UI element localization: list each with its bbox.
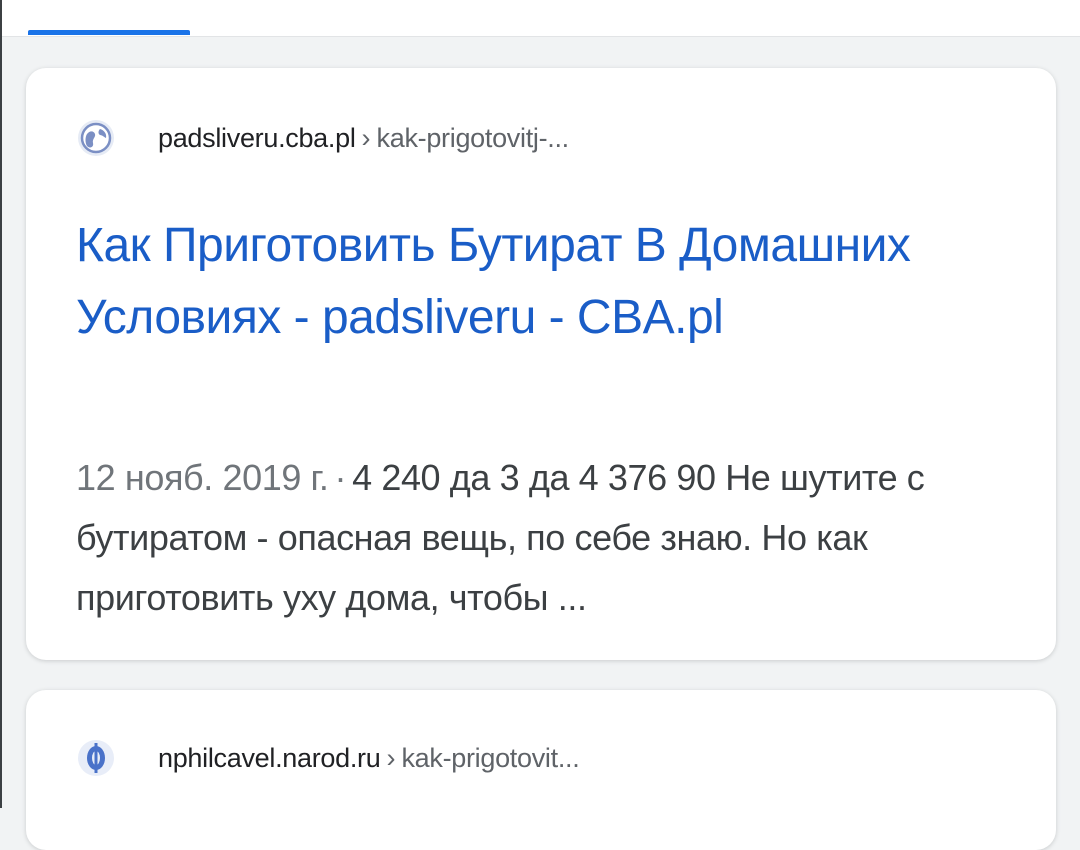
result-snippet: 12 нояб. 2019 г. · 4 240 да 3 да 4 376 90 …: [76, 448, 1006, 628]
globe-icon: [78, 120, 114, 156]
result-title[interactable]: Как Приготовить Бутират В Домашних Услов…: [76, 210, 996, 354]
breadcrumb-separator: ›: [361, 122, 371, 153]
result-path: kak-prigotovitj-...: [376, 122, 570, 153]
search-tabs-bar: [2, 0, 1080, 37]
breadcrumb-separator: ›: [386, 742, 396, 773]
result-path: kak-prigotovit...: [401, 742, 580, 773]
search-result-card[interactable]: nphilcavel.narod.ru › kak-prigotovit...: [26, 690, 1056, 850]
snippet-separator: ·: [334, 457, 347, 498]
search-result-card[interactable]: padsliveru.cba.pl › kak-prigotovitj-... …: [26, 68, 1056, 660]
result-domain: nphilcavel.narod.ru: [158, 742, 381, 773]
result-domain: padsliveru.cba.pl: [158, 122, 356, 153]
window-edge: [0, 0, 2, 808]
active-tab-indicator[interactable]: [28, 30, 190, 35]
phi-icon: [78, 740, 114, 776]
result-source[interactable]: padsliveru.cba.pl › kak-prigotovitj-...: [78, 120, 569, 156]
result-title-link[interactable]: Как Приготовить Бутират В Домашних Услов…: [76, 219, 911, 344]
result-date: 12 нояб. 2019 г.: [76, 457, 329, 498]
result-source[interactable]: nphilcavel.narod.ru › kak-prigotovit...: [78, 740, 580, 776]
